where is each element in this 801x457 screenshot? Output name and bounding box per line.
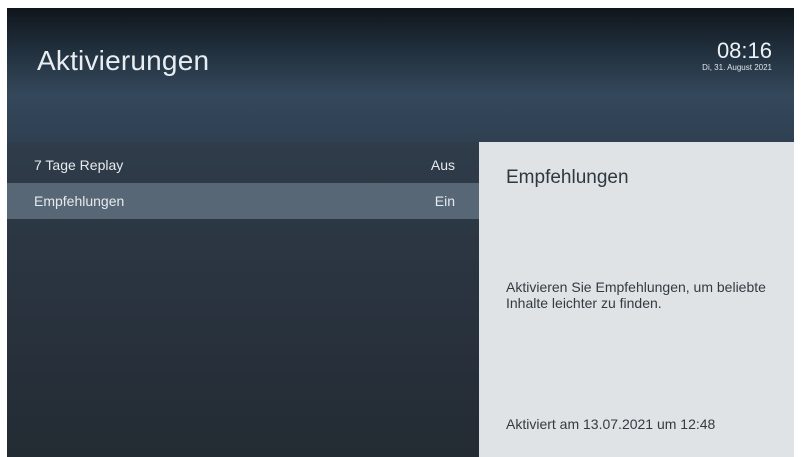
- detail-title: Empfehlungen: [506, 167, 629, 188]
- date: Di, 31. August 2021: [702, 63, 772, 72]
- detail-panel: Empfehlungen Aktivieren Sie Empfehlungen…: [479, 142, 794, 457]
- detail-description: Aktivieren Sie Empfehlungen, um beliebte…: [506, 279, 766, 311]
- tv-screen: Aktivierungen 08:16 Di, 31. August 2021 …: [7, 8, 794, 457]
- activation-date: Aktiviert am 13.07.2021 um 12:48: [506, 416, 716, 432]
- page-title: Aktivierungen: [37, 45, 210, 76]
- setting-row-7-tage-replay[interactable]: 7 Tage Replay Aus: [7, 147, 479, 183]
- setting-value: Aus: [430, 157, 455, 173]
- setting-label: Empfehlungen: [34, 193, 125, 209]
- header: Aktivierungen 08:16 Di, 31. August 2021: [7, 8, 794, 142]
- setting-value: Ein: [434, 193, 455, 209]
- clock: 08:16: [716, 38, 772, 63]
- settings-list: 7 Tage Replay Aus Empfehlungen Ein: [7, 142, 479, 457]
- setting-label: 7 Tage Replay: [34, 157, 124, 173]
- setting-row-empfehlungen[interactable]: Empfehlungen Ein: [7, 183, 479, 219]
